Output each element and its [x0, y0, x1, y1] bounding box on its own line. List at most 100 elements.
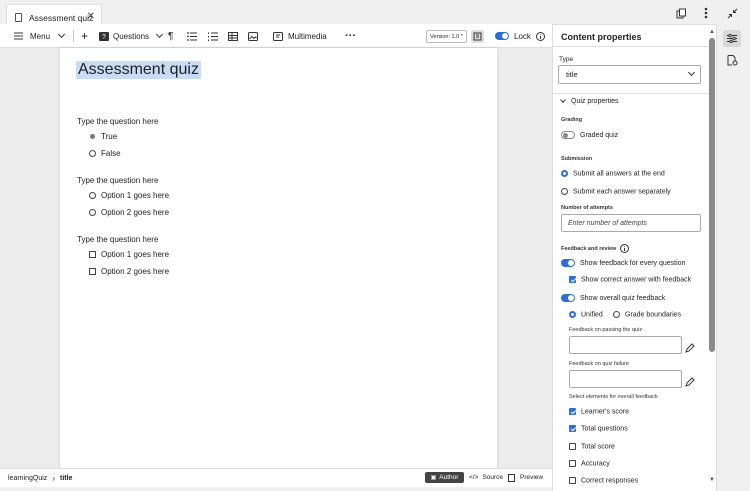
option-label: True: [101, 132, 118, 141]
multimedia-button[interactable]: Multimedia: [273, 24, 327, 48]
more-horizontal-icon[interactable]: ···: [345, 24, 356, 48]
section-title: Quiz properties: [571, 98, 619, 105]
preview-icon: [508, 473, 515, 482]
content-properties-panel: [552, 24, 716, 491]
question-3-option-1[interactable]: Option 1 goes here: [89, 250, 169, 259]
scroll-down-icon[interactable]: ▼: [709, 477, 715, 483]
preview-view-button[interactable]: Preview: [508, 472, 543, 483]
grade-boundaries-radio[interactable]: Grade boundaries: [613, 311, 681, 318]
chevron-down-icon: [155, 30, 164, 39]
radio-icon[interactable]: [89, 192, 96, 199]
source-view-button[interactable]: </> Source: [469, 472, 503, 483]
source-label: Source: [482, 474, 504, 481]
edit-pencil-icon[interactable]: [685, 340, 695, 358]
radio-icon[interactable]: [89, 209, 96, 216]
info-icon[interactable]: [536, 24, 545, 48]
author-label: Author: [439, 474, 459, 481]
show-correct-checkbox[interactable]: Show correct answer with feedback: [569, 276, 691, 283]
right-rail: [716, 24, 750, 491]
question-2-option-1[interactable]: Option 1 goes here: [89, 191, 169, 200]
element-accuracy[interactable]: Accuracy: [569, 460, 610, 467]
lock-toggle[interactable]: Lock: [495, 24, 531, 48]
checkbox-checked-icon[interactable]: [569, 425, 576, 432]
breadcrumb-root[interactable]: learningQuiz: [8, 475, 47, 482]
show-overall-toggle[interactable]: Show overall quiz feedback: [561, 294, 665, 302]
feedback-pass-input[interactable]: [569, 336, 682, 354]
attempts-input[interactable]: Enter number of attempts: [561, 214, 701, 232]
radio-selected-icon[interactable]: [569, 311, 576, 318]
bullet-list-icon[interactable]: [187, 24, 197, 48]
author-view-button[interactable]: ▣ Author: [425, 472, 464, 483]
checkbox-checked-icon[interactable]: [569, 408, 576, 415]
toolbar-divider: [73, 30, 74, 42]
question-1-option-1[interactable]: True: [89, 132, 117, 141]
info-icon[interactable]: [620, 244, 630, 253]
close-tab-icon[interactable]: ✕: [87, 11, 95, 22]
chevron-down-icon: [560, 97, 566, 103]
scroll-up-icon[interactable]: ▲: [709, 29, 715, 35]
feedback-fail-input[interactable]: [569, 370, 682, 388]
toggle-switch[interactable]: [561, 294, 575, 302]
checkbox-checked-icon[interactable]: [569, 276, 576, 283]
edit-pencil-icon[interactable]: [685, 374, 695, 392]
questions-button[interactable]: ? Questions: [99, 24, 164, 48]
checkbox-icon[interactable]: [569, 443, 576, 450]
menu-button[interactable]: Menu: [14, 24, 66, 48]
radio-selected-icon[interactable]: [90, 134, 95, 139]
element-total-questions[interactable]: Total questions: [569, 425, 628, 432]
question-3-option-2[interactable]: Option 2 goes here: [89, 267, 169, 276]
document-title[interactable]: Assessment quiz: [76, 61, 201, 79]
properties-panel-icon[interactable]: [723, 30, 741, 47]
graded-quiz-switch[interactable]: [561, 131, 575, 139]
document-icon: [15, 13, 22, 22]
submit-each-radio[interactable]: Submit each answer separately: [561, 188, 671, 195]
question-3-text[interactable]: Type the question here: [77, 235, 158, 244]
checkbox-label: Learner's score: [581, 408, 630, 416]
element-total-score[interactable]: Total score: [569, 443, 615, 450]
copy-icon[interactable]: [676, 8, 687, 22]
paragraph-icon[interactable]: ¶: [168, 24, 173, 48]
graded-quiz-toggle[interactable]: Graded quiz: [561, 131, 618, 139]
feedback-review-label: Feedback and review: [561, 245, 617, 252]
radio-icon[interactable]: [89, 150, 96, 157]
toggle-switch[interactable]: [561, 259, 575, 267]
version-button[interactable]: Version: 1.0 *: [426, 30, 467, 43]
question-2-option-2[interactable]: Option 2 goes here: [89, 208, 169, 217]
question-1-option-2[interactable]: False: [89, 149, 121, 158]
radio-icon[interactable]: [561, 188, 568, 195]
radio-selected-icon[interactable]: [561, 170, 568, 177]
unified-radio[interactable]: Unified: [569, 311, 603, 318]
show-feedback-every-toggle[interactable]: Show feedback for every question: [561, 259, 685, 267]
checkbox-icon[interactable]: [89, 251, 96, 258]
add-icon[interactable]: +: [81, 24, 88, 48]
element-correct-responses[interactable]: Correct responses: [569, 477, 638, 484]
divider: [552, 93, 709, 94]
question-2-text[interactable]: Type the question here: [77, 176, 158, 185]
element-learners-score[interactable]: Learner's score: [569, 408, 629, 415]
multimedia-label: Multimedia: [288, 31, 327, 41]
panel-scrollbar-thumb[interactable]: [709, 38, 715, 352]
quiz-properties-section[interactable]: Quiz properties: [560, 97, 619, 105]
panel-title: Content properties: [561, 32, 642, 42]
more-vertical-icon[interactable]: [704, 7, 708, 22]
breadcrumb-current[interactable]: title: [60, 475, 72, 482]
checkbox-icon[interactable]: [569, 460, 576, 467]
type-select[interactable]: title: [558, 65, 701, 84]
image-icon[interactable]: [248, 24, 258, 48]
numbered-list-icon[interactable]: [208, 24, 218, 48]
document-settings-icon[interactable]: [727, 53, 738, 71]
history-icon[interactable]: [471, 30, 484, 43]
checkbox-icon[interactable]: [89, 268, 96, 275]
radio-icon[interactable]: [613, 311, 620, 318]
collapse-icon[interactable]: [727, 8, 738, 22]
submit-each-label: Submit each answer separately: [573, 188, 671, 196]
hamburger-icon: [14, 32, 23, 40]
svg-text:?: ?: [102, 34, 106, 41]
checkbox-label: Correct responses: [581, 477, 639, 485]
table-icon[interactable]: [228, 24, 238, 48]
question-1-text[interactable]: Type the question here: [77, 117, 158, 126]
option-label: Option 1 goes here: [101, 191, 170, 200]
select-elements-label: Select elements for overall feedback: [569, 394, 658, 400]
checkbox-icon[interactable]: [569, 477, 576, 484]
submit-end-radio[interactable]: Submit all answers at the end: [561, 170, 665, 177]
